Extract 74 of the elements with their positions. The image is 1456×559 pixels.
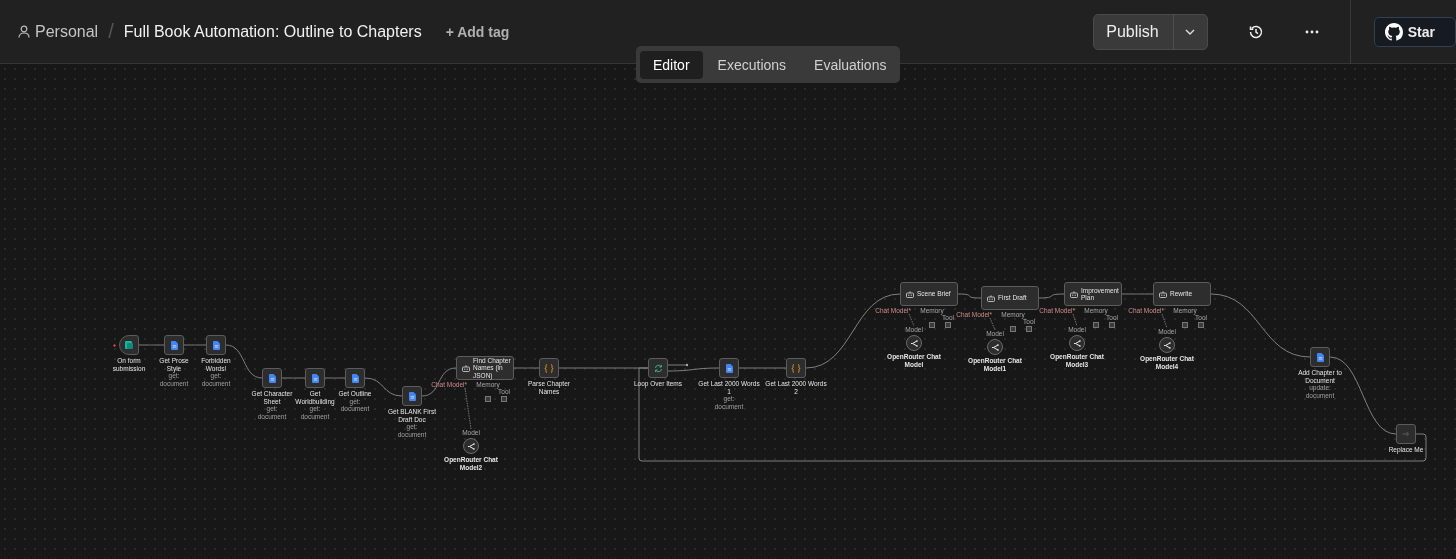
- view-tab[interactable]: Executions: [704, 50, 800, 79]
- connector-line: [957, 293, 982, 299]
- document-icon: [170, 340, 178, 350]
- workflow-node[interactable]: [164, 335, 184, 355]
- history-icon: [1247, 23, 1264, 40]
- document-icon: [408, 391, 416, 401]
- connector-line: [138, 344, 165, 346]
- add-port-button[interactable]: [1109, 322, 1115, 328]
- dashed-connector: [989, 317, 996, 331]
- trigger-marker-icon: [113, 343, 116, 347]
- view-tab[interactable]: Evaluations: [801, 50, 900, 79]
- document-icon: [268, 373, 276, 383]
- workflow-node[interactable]: [262, 368, 282, 388]
- connector-line: [1038, 293, 1065, 299]
- connector-line: [738, 367, 787, 369]
- model-node[interactable]: [987, 339, 1003, 355]
- model-node[interactable]: [1069, 335, 1085, 351]
- robot-icon: [987, 294, 995, 302]
- workflow-node[interactable]: [1396, 424, 1416, 444]
- workflow-node[interactable]: [402, 386, 422, 406]
- document-icon: [212, 340, 220, 350]
- connector-line: [183, 344, 207, 346]
- add-tag-link[interactable]: + Add tag: [445, 23, 510, 40]
- more-icon: [1304, 29, 1319, 34]
- model-node[interactable]: [1159, 337, 1175, 353]
- workflow-node[interactable]: [305, 368, 325, 388]
- breadcrumb-separator: /: [108, 20, 114, 43]
- robot-icon: [906, 290, 914, 298]
- add-port-button[interactable]: [1198, 322, 1204, 328]
- connector-line: [324, 377, 346, 379]
- robot-icon: [1070, 290, 1078, 298]
- workflow-node[interactable]: [539, 358, 559, 378]
- arrow-right-icon: [1402, 431, 1410, 437]
- connector-line: [1121, 293, 1154, 295]
- workflow-node[interactable]: [119, 335, 139, 355]
- robot-icon: [1159, 290, 1167, 298]
- add-port-button[interactable]: [1093, 322, 1099, 328]
- robot-icon: [462, 364, 470, 372]
- connector-line: [513, 367, 540, 369]
- workflow-node[interactable]: [648, 358, 668, 378]
- star-button[interactable]: Star: [1373, 16, 1456, 47]
- workflow-node[interactable]: [345, 368, 365, 388]
- model-node[interactable]: [906, 335, 922, 351]
- add-port-button[interactable]: [945, 322, 951, 328]
- add-port-button[interactable]: [1182, 322, 1188, 328]
- workflow-node[interactable]: [786, 358, 806, 378]
- add-port-button[interactable]: [501, 396, 507, 402]
- github-icon: [1384, 22, 1403, 41]
- braces-icon: [544, 363, 554, 373]
- user-icon: [18, 25, 30, 38]
- workflow-title[interactable]: Full Book Automation: Outline to Chapters: [123, 22, 422, 41]
- caret-icon: [1185, 28, 1196, 35]
- dashed-connector: [1161, 313, 1168, 329]
- add-port-button[interactable]: [1010, 326, 1016, 332]
- add-port-button[interactable]: [485, 396, 491, 402]
- workflow-node[interactable]: [1310, 347, 1330, 367]
- model-node[interactable]: [463, 438, 479, 454]
- add-port-button[interactable]: [1026, 326, 1032, 332]
- add-port-button[interactable]: [929, 322, 935, 328]
- connector-line: [281, 377, 306, 379]
- document-icon: [311, 373, 319, 383]
- document-icon: [725, 363, 733, 373]
- dashed-connector: [1072, 313, 1078, 327]
- document-icon: [351, 373, 359, 383]
- refresh-icon: [653, 363, 663, 373]
- dashed-connector: [464, 387, 472, 430]
- form-icon: [124, 340, 134, 350]
- braces-icon: [791, 363, 801, 373]
- workflow-node[interactable]: [206, 335, 226, 355]
- document-icon: [1316, 352, 1324, 362]
- workflow-node[interactable]: [719, 358, 739, 378]
- view-tab[interactable]: Editor: [640, 50, 703, 79]
- project-link[interactable]: Personal: [35, 22, 99, 41]
- dashed-connector: [908, 313, 915, 327]
